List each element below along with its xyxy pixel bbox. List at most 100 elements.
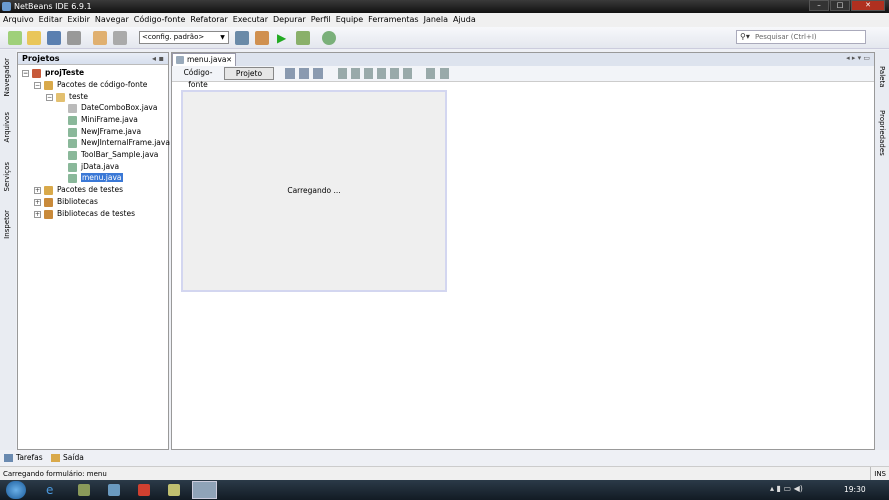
insert-mode: INS — [870, 467, 886, 481]
output-icon — [51, 454, 60, 462]
close-tab-icon[interactable]: ✕ — [226, 54, 232, 66]
minimize-panel-icon[interactable]: ◂ ▪ — [152, 53, 164, 65]
tab-propriedades[interactable]: Propriedades — [878, 110, 886, 156]
file-label: menu.java — [81, 173, 123, 182]
taskbar: e ▴ ▮ ▭ ◀) 19:30 — [0, 480, 889, 500]
tree-package[interactable]: − teste — [46, 91, 88, 102]
app-icon[interactable] — [108, 484, 120, 496]
start-button[interactable] — [6, 481, 26, 499]
minimize-button[interactable]: – — [809, 0, 829, 11]
tab-saida[interactable]: Saída — [63, 451, 84, 465]
menu-ajuda[interactable]: Ajuda — [453, 13, 476, 27]
editor-toolbar: Código-fonte Projeto — [172, 66, 874, 89]
tree-file[interactable]: NewJInternalFrame.java — [68, 137, 170, 148]
menu-editar[interactable]: Editar — [39, 13, 63, 27]
build-icon[interactable] — [235, 31, 249, 45]
tab-navegador[interactable]: Navegador — [3, 58, 11, 96]
loading-text: Carregando ... — [287, 186, 341, 195]
folder-label: Pacotes de testes — [57, 185, 124, 194]
tree-file[interactable]: ToolBar_Sample.java — [68, 149, 158, 160]
folder-icon[interactable] — [168, 484, 180, 496]
tab-servicos[interactable]: Serviços — [3, 162, 11, 192]
design-button[interactable]: Projeto — [224, 67, 274, 80]
source-button[interactable]: Código-fonte — [176, 67, 220, 89]
config-select[interactable]: <config. padrão> ▼ — [139, 31, 229, 44]
tree-test-packages[interactable]: + Pacotes de testes — [34, 184, 123, 195]
source-label: Pacotes de código-fonte — [57, 80, 148, 89]
close-button[interactable]: ✕ — [851, 0, 885, 11]
app-icon[interactable] — [138, 484, 150, 496]
menu-executar[interactable]: Executar — [233, 13, 268, 27]
align-icons[interactable] — [338, 68, 414, 79]
window-title: NetBeans IDE 6.9.1 — [14, 2, 92, 11]
clean-build-icon[interactable] — [255, 31, 269, 45]
tab-label: menu.java — [187, 55, 227, 64]
menu-ferramentas[interactable]: Ferramentas — [368, 13, 418, 27]
menu-depurar[interactable]: Depurar — [273, 13, 306, 27]
debug-icon[interactable] — [296, 31, 310, 45]
profile-icon[interactable] — [322, 31, 336, 45]
menu-janela[interactable]: Janela — [424, 13, 448, 27]
menu-perfil[interactable]: Perfil — [311, 13, 331, 27]
tree-libraries[interactable]: + Bibliotecas — [34, 196, 98, 207]
tab-nav-buttons[interactable]: ◂ ▸ ▾ ▭ — [846, 54, 870, 62]
search-placeholder: Pesquisar (Ctrl+I) — [755, 33, 817, 41]
save-all-icon[interactable] — [67, 31, 81, 45]
resize-icons[interactable] — [426, 68, 450, 79]
app-icon[interactable] — [78, 484, 90, 496]
file-label: NewJInternalFrame.java — [81, 138, 170, 147]
menu-refatorar[interactable]: Refatorar — [190, 13, 227, 27]
tree-file[interactable]: MiniFrame.java — [68, 114, 138, 125]
open-project-icon[interactable] — [47, 31, 61, 45]
tab-menu-java[interactable]: menu.java ✕ — [172, 53, 236, 66]
file-label: jData.java — [81, 162, 120, 171]
tab-inspetor[interactable]: Inspetor — [3, 210, 11, 239]
tree-file[interactable]: jData.java — [68, 161, 119, 172]
new-file-icon[interactable] — [8, 31, 22, 45]
form-preview[interactable]: Carregando ... — [181, 90, 447, 292]
undo-icon[interactable] — [93, 31, 107, 45]
redo-icon[interactable] — [113, 31, 127, 45]
folder-label: Bibliotecas de testes — [57, 209, 135, 218]
netbeans-task-button[interactable] — [192, 481, 217, 499]
tab-tarefas[interactable]: Tarefas — [16, 451, 43, 465]
status-bar: Carregando formulário: menu INS — [0, 466, 889, 481]
ie-icon[interactable]: e — [46, 484, 58, 496]
menu-navegar[interactable]: Navegar — [95, 13, 129, 27]
netbeans-icon — [2, 2, 11, 11]
selection-mode-icons[interactable] — [285, 68, 325, 79]
menu-bar: Arquivo Editar Exibir Navegar Código-fon… — [0, 13, 889, 27]
projects-panel: Projetos ◂ ▪ − projTeste − Pacotes de códig… — [17, 52, 170, 450]
tree-file[interactable]: NewJFrame.java — [68, 126, 141, 137]
tree-source-packages[interactable]: − Pacotes de código-fonte — [34, 79, 147, 90]
file-label: NewJFrame.java — [81, 127, 142, 136]
clock[interactable]: 19:30 — [844, 485, 866, 494]
tree-file-selected[interactable]: menu.java — [68, 172, 123, 183]
run-icon[interactable]: ▶ — [277, 31, 291, 45]
new-project-icon[interactable] — [27, 31, 41, 45]
chevron-down-icon: ▼ — [220, 34, 225, 41]
menu-codigo-fonte[interactable]: Código-fonte — [134, 13, 186, 27]
left-side-tabs: Navegador Arquivos Serviços Inspetor — [0, 50, 16, 450]
menu-exibir[interactable]: Exibir — [67, 13, 90, 27]
tab-paleta[interactable]: Paleta — [878, 66, 886, 87]
file-label: MiniFrame.java — [81, 115, 138, 124]
file-label: ToolBar_Sample.java — [81, 150, 159, 159]
bottom-tabs: Tarefas Saída — [0, 451, 889, 465]
tree-project-root[interactable]: − projTeste — [22, 67, 84, 78]
tree-test-libraries[interactable]: + Bibliotecas de testes — [34, 208, 135, 219]
tree-file[interactable]: DateComboBox.java — [68, 102, 157, 113]
projects-header: Projetos ◂ ▪ — [18, 53, 168, 65]
menu-equipe[interactable]: Equipe — [336, 13, 363, 27]
search-icon: ⚲▾ — [740, 32, 750, 41]
tab-arquivos[interactable]: Arquivos — [3, 112, 11, 142]
project-name: projTeste — [45, 68, 85, 77]
search-input[interactable]: ⚲▾ Pesquisar (Ctrl+I) — [736, 30, 866, 44]
package-label: teste — [69, 92, 89, 101]
title-bar: NetBeans IDE 6.9.1 – □ ✕ — [0, 0, 889, 13]
config-value: <config. padrão> — [142, 33, 205, 41]
editor-tab-bar: ◂ ▸ ▾ ▭ — [172, 53, 874, 66]
maximize-button[interactable]: □ — [830, 0, 850, 11]
menu-arquivo[interactable]: Arquivo — [3, 13, 34, 27]
tray-icons[interactable]: ▴ ▮ ▭ ◀) — [770, 484, 803, 493]
